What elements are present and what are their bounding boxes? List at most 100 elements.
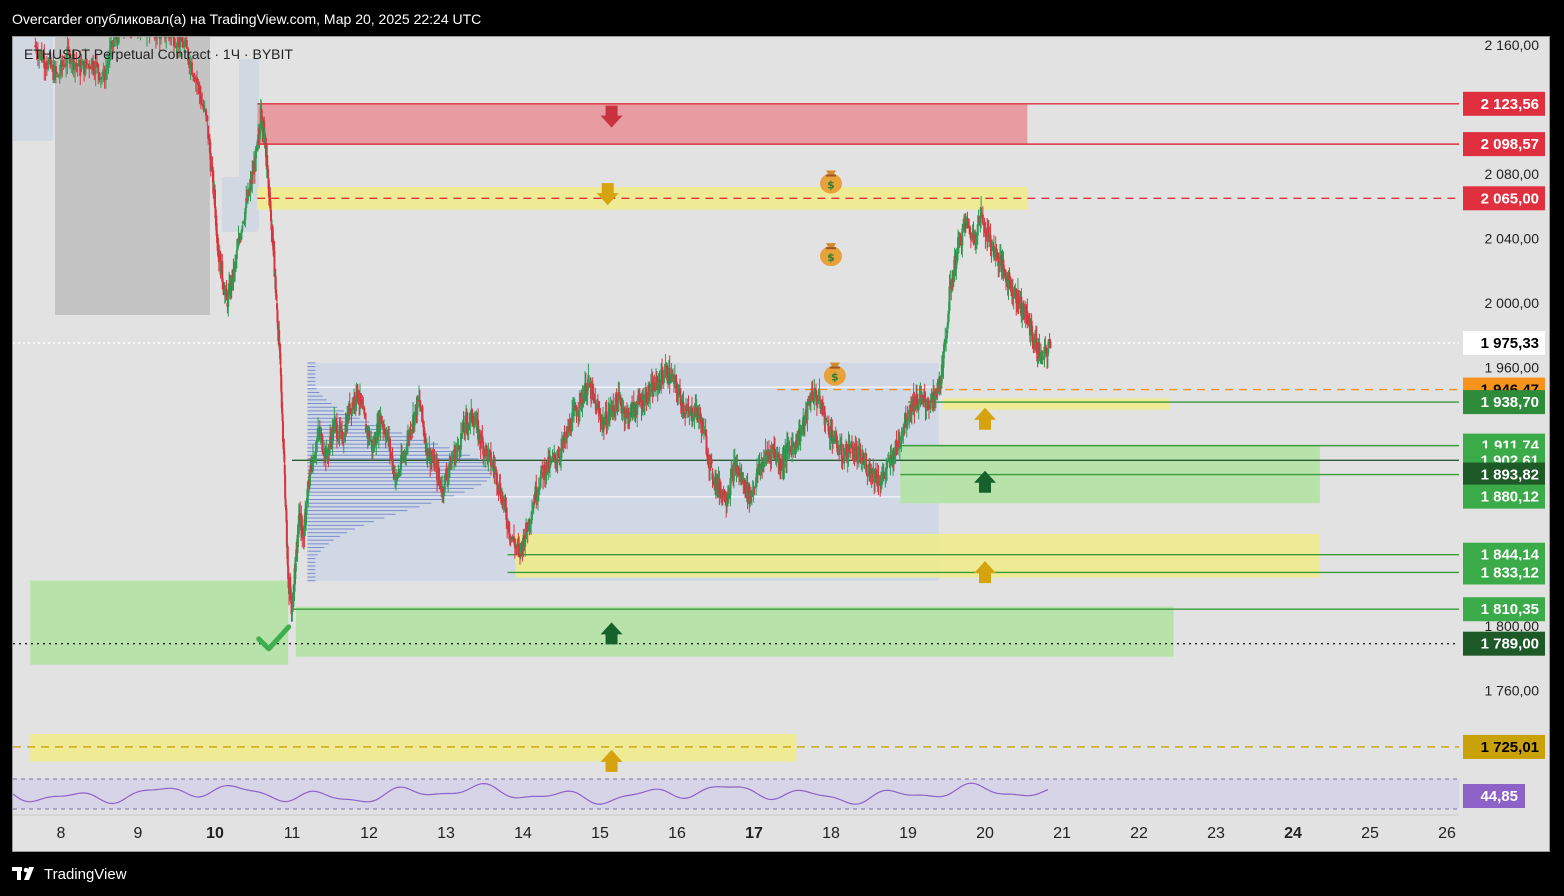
candle-body bbox=[264, 133, 267, 137]
candle-body bbox=[266, 155, 269, 166]
dollar-sign: $ bbox=[831, 371, 839, 384]
price-chart[interactable]: $ $ $2 160,00 2 080,00 2 040,00 2 000,00 1 960… bbox=[13, 37, 1549, 851]
candle-body bbox=[682, 402, 685, 413]
candle-body bbox=[206, 115, 209, 121]
candle-body bbox=[95, 61, 98, 65]
x-tick-label: 19 bbox=[899, 825, 917, 842]
brand-name: TradingView bbox=[44, 865, 127, 883]
candle-body bbox=[530, 511, 533, 521]
candle-body bbox=[225, 289, 228, 300]
symbol-title: ETHUSDT Perpetual Contract · 1Ч · BYBIT bbox=[24, 46, 293, 62]
candle-body bbox=[217, 249, 220, 252]
yellow-zone bbox=[515, 533, 1320, 578]
candle-body bbox=[172, 37, 175, 47]
candle-body bbox=[840, 443, 843, 459]
candle-body bbox=[202, 104, 205, 110]
x-tick-label: 25 bbox=[1361, 825, 1379, 842]
price-label: 1 893,82 bbox=[1481, 467, 1539, 484]
candle-body bbox=[826, 417, 829, 419]
candle-body bbox=[421, 406, 424, 421]
candle-body bbox=[260, 104, 263, 107]
candle-body bbox=[533, 501, 536, 504]
tradingview-logo-icon bbox=[12, 867, 34, 880]
candle-body bbox=[961, 228, 964, 246]
candle-body bbox=[97, 64, 100, 73]
price-label: 2 123,56 bbox=[1481, 96, 1539, 113]
candle-body bbox=[47, 61, 50, 69]
candle-body bbox=[80, 65, 83, 70]
chart-frame[interactable]: $ $ $2 160,00 2 080,00 2 040,00 2 000,00 1 960… bbox=[12, 36, 1550, 852]
candle-body bbox=[1041, 352, 1044, 354]
candle-body bbox=[438, 477, 441, 481]
candle-body bbox=[101, 76, 104, 78]
candle-body bbox=[106, 64, 109, 69]
candle-body bbox=[198, 84, 201, 95]
candle-body bbox=[849, 452, 852, 454]
x-tick-label: 10 bbox=[206, 825, 224, 842]
x-tick-label: 22 bbox=[1130, 825, 1148, 842]
price-label: 1 810,35 bbox=[1481, 601, 1539, 618]
dollar-sign: $ bbox=[827, 251, 835, 264]
footer-bar: TradingView bbox=[0, 856, 1564, 896]
candle-body bbox=[92, 61, 95, 71]
candle-body bbox=[813, 388, 816, 402]
candle-body bbox=[783, 454, 786, 468]
candle-body bbox=[205, 109, 208, 116]
candle-body bbox=[341, 430, 344, 432]
candle-body bbox=[587, 374, 590, 384]
candle-body bbox=[850, 442, 853, 448]
candle-body bbox=[976, 224, 979, 236]
candle-body bbox=[827, 425, 830, 435]
price-label: 1 938,70 bbox=[1481, 394, 1539, 411]
x-tick-label: 13 bbox=[437, 825, 455, 842]
candle-body bbox=[156, 37, 159, 38]
candle-body bbox=[104, 68, 107, 81]
candle-body bbox=[282, 421, 285, 442]
money-bag-tie bbox=[826, 247, 836, 250]
candle-body bbox=[865, 464, 868, 474]
candle-body bbox=[710, 459, 713, 464]
tradingview-brand[interactable]: TradingView bbox=[12, 865, 127, 883]
candle-body bbox=[197, 83, 200, 85]
dollar-sign: $ bbox=[827, 179, 835, 192]
candle-body bbox=[981, 214, 984, 224]
candle-body bbox=[117, 37, 120, 44]
price-label: 1 725,01 bbox=[1481, 739, 1539, 756]
candle-body bbox=[57, 75, 60, 78]
context-box bbox=[55, 37, 210, 315]
candle-body bbox=[666, 365, 669, 381]
candle-body bbox=[88, 64, 91, 69]
published-info: Overcarder опубликовал(а) на TradingView… bbox=[12, 11, 482, 27]
yellow-zone bbox=[942, 398, 1170, 410]
x-tick-label: 20 bbox=[976, 825, 994, 842]
candle-body bbox=[1049, 342, 1052, 349]
price-label: 1 833,12 bbox=[1481, 564, 1539, 581]
candle-body bbox=[65, 62, 68, 67]
candle-body bbox=[199, 94, 202, 104]
money-bag-tie bbox=[826, 174, 836, 177]
candle-body bbox=[160, 37, 163, 39]
x-tick-label: 12 bbox=[360, 825, 378, 842]
candle-body bbox=[541, 465, 544, 469]
candle-body bbox=[54, 66, 57, 74]
y-tick-label: 1 760,00 bbox=[1485, 682, 1540, 698]
rsi-pane[interactable] bbox=[13, 779, 1459, 809]
candle-body bbox=[712, 479, 715, 484]
candle-body bbox=[279, 343, 282, 353]
candle-body bbox=[102, 69, 105, 77]
candle-body bbox=[201, 103, 204, 105]
x-tick-label: 15 bbox=[591, 825, 609, 842]
candle-body bbox=[196, 77, 199, 84]
x-tick-label: 16 bbox=[668, 825, 686, 842]
candle-body bbox=[495, 468, 498, 470]
candle-body bbox=[99, 77, 102, 80]
candle-body bbox=[192, 74, 195, 77]
candle-body bbox=[948, 286, 951, 311]
x-tick-label: 9 bbox=[134, 825, 143, 842]
x-tick-label: 24 bbox=[1284, 825, 1302, 842]
green-zone bbox=[295, 606, 1174, 657]
y-tick-label: 1 960,00 bbox=[1485, 360, 1540, 376]
context-box bbox=[239, 59, 259, 229]
candle-body bbox=[75, 63, 78, 65]
candle-body bbox=[556, 461, 559, 463]
